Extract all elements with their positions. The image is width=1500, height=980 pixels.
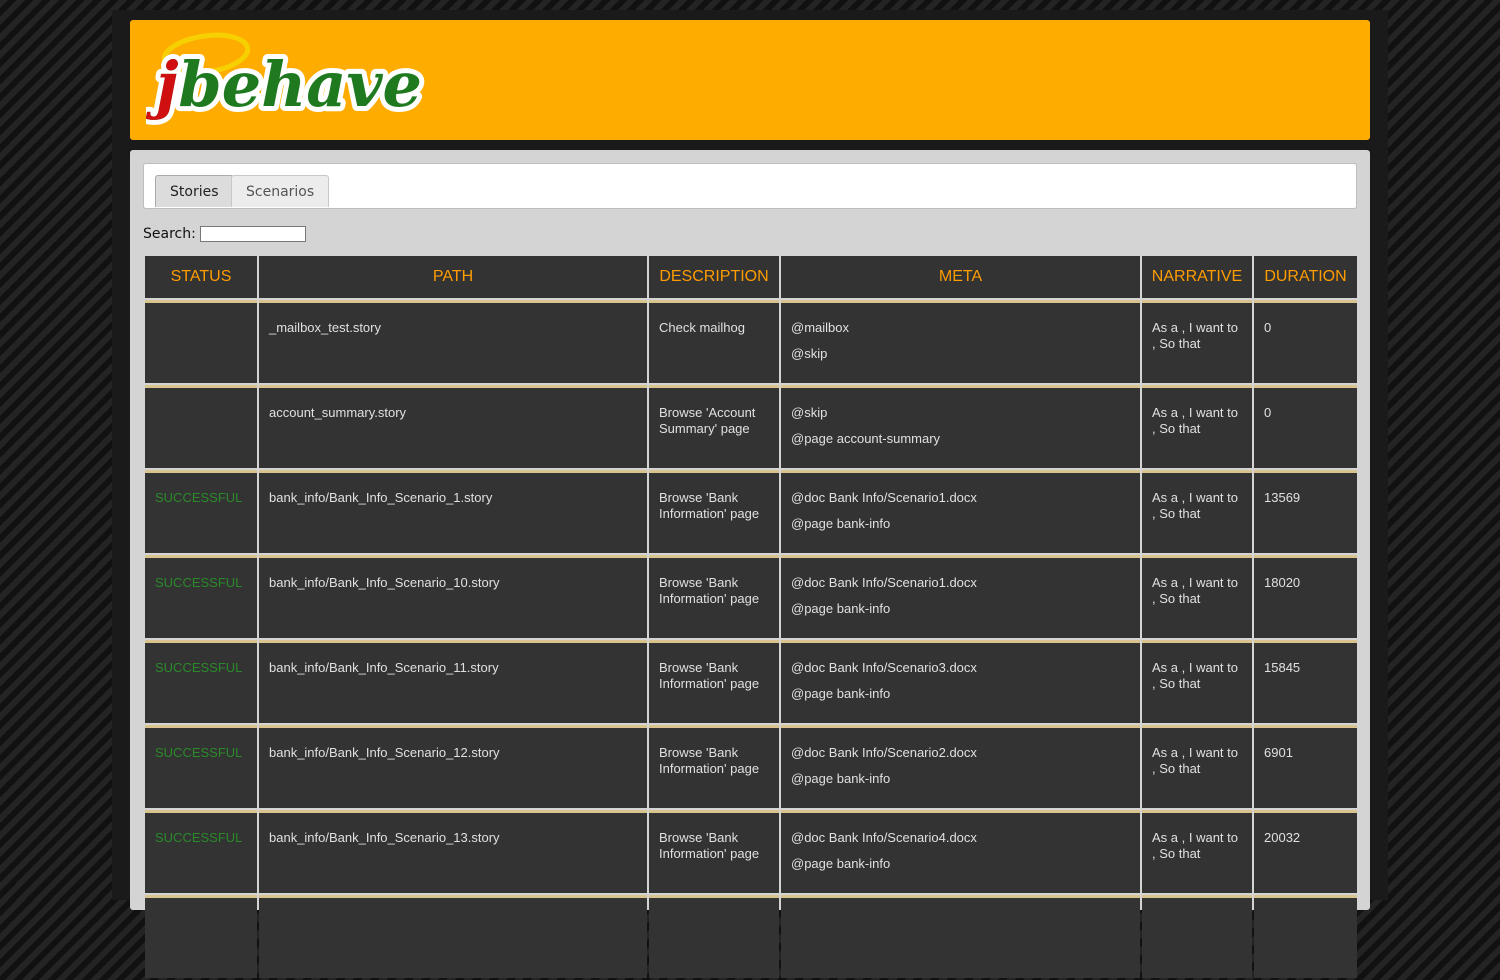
narrative-cell: As a , I want to , So that xyxy=(1142,385,1252,468)
path-cell: account_summary.story xyxy=(259,385,647,468)
description-cell: Browse 'Bank Information' page xyxy=(649,470,779,553)
status-cell: SUCCESSFUL xyxy=(145,555,257,638)
path-cell: bank_info/Bank_Info_Scenario_12.story xyxy=(259,725,647,808)
tab-bar: Stories Scenarios xyxy=(143,163,1357,209)
path-cell xyxy=(259,895,647,978)
duration-cell: 6901 xyxy=(1254,725,1357,808)
table-row: _mailbox_test.story Check mailhog @mailb… xyxy=(145,300,1357,383)
table-row: SUCCESSFUL bank_info/Bank_Info_Scenario_… xyxy=(145,470,1357,553)
meta-tag: @skip xyxy=(791,405,828,420)
meta-tag: @page bank-info xyxy=(791,856,891,871)
meta-tag: @page bank-info xyxy=(791,771,891,786)
duration-cell: 18020 xyxy=(1254,555,1357,638)
description-cell xyxy=(649,895,779,978)
meta-cell: @mailbox @skip xyxy=(781,300,1140,383)
description-cell: Browse 'Account Summary' page xyxy=(649,385,779,468)
stories-table: STATUS PATH DESCRIPTION META NARRATIVE D… xyxy=(143,254,1359,980)
path-cell: bank_info/Bank_Info_Scenario_10.story xyxy=(259,555,647,638)
tab-stories[interactable]: Stories xyxy=(155,175,234,207)
path-cell: bank_info/Bank_Info_Scenario_13.story xyxy=(259,810,647,893)
narrative-cell xyxy=(1142,895,1252,978)
narrative-cell: As a , I want to , So that xyxy=(1142,810,1252,893)
table-row: account_summary.story Browse 'Account Su… xyxy=(145,385,1357,468)
table-row: SUCCESSFUL bank_info/Bank_Info_Scenario_… xyxy=(145,640,1357,723)
status-cell: SUCCESSFUL xyxy=(145,470,257,553)
meta-tag: @page bank-info xyxy=(791,601,891,616)
narrative-cell: As a , I want to , So that xyxy=(1142,300,1252,383)
tab-scenarios[interactable]: Scenarios xyxy=(231,175,330,207)
logo-wordmark: jbehave xyxy=(146,48,422,121)
meta-tag: @page bank-info xyxy=(791,516,891,531)
meta-tag: @doc Bank Info/Scenario1.docx xyxy=(791,575,977,590)
status-cell: SUCCESSFUL xyxy=(145,640,257,723)
column-header-narrative[interactable]: NARRATIVE xyxy=(1142,256,1252,298)
meta-tag: @page account-summary xyxy=(791,431,941,446)
meta-tag: @page bank-info xyxy=(791,686,891,701)
meta-tag: @doc Bank Info/Scenario1.docx xyxy=(791,490,977,505)
narrative-cell: As a , I want to , So that xyxy=(1142,640,1252,723)
duration-cell: 0 xyxy=(1254,385,1357,468)
meta-tag: @mailbox xyxy=(791,320,849,335)
search-input[interactable] xyxy=(199,226,306,242)
status-cell xyxy=(145,895,257,978)
duration-cell: 20032 xyxy=(1254,810,1357,893)
meta-cell xyxy=(781,895,1140,978)
description-cell: Browse 'Bank Information' page xyxy=(649,725,779,808)
header-banner: jbehave jbehave j xyxy=(130,20,1370,140)
column-header-meta[interactable]: META xyxy=(781,256,1140,298)
duration-cell: 13569 xyxy=(1254,470,1357,553)
meta-tag: @doc Bank Info/Scenario3.docx xyxy=(791,660,977,675)
column-header-path[interactable]: PATH xyxy=(259,256,647,298)
status-cell: SUCCESSFUL xyxy=(145,725,257,808)
duration-cell: 15845 xyxy=(1254,640,1357,723)
meta-cell: @doc Bank Info/Scenario2.docx @page bank-… xyxy=(781,725,1140,808)
status-cell xyxy=(145,385,257,468)
svg-text:j: j xyxy=(146,48,178,121)
table-row: SUCCESSFUL bank_info/Bank_Info_Scenario_… xyxy=(145,725,1357,808)
duration-cell: 0 xyxy=(1254,300,1357,383)
description-cell: Browse 'Bank Information' page xyxy=(649,640,779,723)
column-header-description[interactable]: DESCRIPTION xyxy=(649,256,779,298)
meta-tag: @skip xyxy=(791,346,828,361)
narrative-cell: As a , I want to , So that xyxy=(1142,470,1252,553)
column-header-duration[interactable]: DURATION xyxy=(1254,256,1357,298)
meta-cell: @doc Bank Info/Scenario3.docx @page bank-… xyxy=(781,640,1140,723)
meta-cell: @skip @page account-summary xyxy=(781,385,1140,468)
meta-tag: @doc Bank Info/Scenario4.docx xyxy=(791,830,977,845)
table-row xyxy=(145,895,1357,978)
description-cell: Check mailhog xyxy=(649,300,779,383)
column-header-status[interactable]: STATUS xyxy=(145,256,257,298)
search-bar: Search: xyxy=(143,226,306,242)
path-cell: bank_info/Bank_Info_Scenario_11.story xyxy=(259,640,647,723)
narrative-cell: As a , I want to , So that xyxy=(1142,725,1252,808)
meta-cell: @doc Bank Info/Scenario1.docx @page bank-… xyxy=(781,470,1140,553)
meta-cell: @doc Bank Info/Scenario4.docx @page bank-… xyxy=(781,810,1140,893)
main-content: Stories Scenarios Search: STATUS PATH DE… xyxy=(130,150,1370,978)
description-cell: Browse 'Bank Information' page xyxy=(649,810,779,893)
table-row: SUCCESSFUL bank_info/Bank_Info_Scenario_… xyxy=(145,810,1357,893)
path-cell: bank_info/Bank_Info_Scenario_1.story xyxy=(259,470,647,553)
narrative-cell: As a , I want to , So that xyxy=(1142,555,1252,638)
jbehave-logo[interactable]: jbehave jbehave j xyxy=(146,24,436,136)
status-cell: SUCCESSFUL xyxy=(145,810,257,893)
search-label: Search: xyxy=(143,226,196,242)
table-row: SUCCESSFUL bank_info/Bank_Info_Scenario_… xyxy=(145,555,1357,638)
meta-tag: @doc Bank Info/Scenario2.docx xyxy=(791,745,977,760)
table-header-row: STATUS PATH DESCRIPTION META NARRATIVE D… xyxy=(145,256,1357,298)
meta-cell: @doc Bank Info/Scenario1.docx @page bank-… xyxy=(781,555,1140,638)
duration-cell xyxy=(1254,895,1357,978)
path-cell: _mailbox_test.story xyxy=(259,300,647,383)
status-cell xyxy=(145,300,257,383)
description-cell: Browse 'Bank Information' page xyxy=(649,555,779,638)
